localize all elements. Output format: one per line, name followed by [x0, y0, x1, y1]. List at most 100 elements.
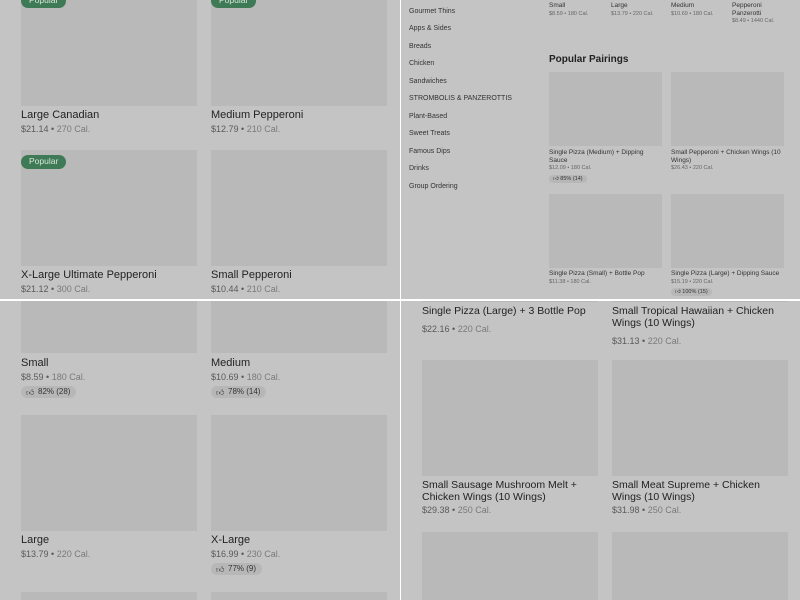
item-price-cal: $12.09 • 180 Cal. — [549, 165, 592, 171]
menu-card-small[interactable]: Small $8.59 • 180 Cal. 👍︎ 82% (28) — [21, 301, 197, 411]
category-plant-based[interactable]: Plant-Based — [409, 112, 447, 121]
category-sweet-treats[interactable]: Sweet Treats — [409, 129, 450, 138]
product-image[interactable] — [21, 415, 197, 531]
item-name: Single Pizza (Large) + 3 Bottle Pop — [422, 305, 586, 317]
category-drinks[interactable]: Drinks — [409, 164, 429, 173]
product-image[interactable] — [549, 72, 662, 146]
item-name: Small Sausage Mushroom Melt + Chicken Wi… — [422, 479, 577, 503]
menu-card-small-pepperoni[interactable]: Small Pepperoni $10.44 • 210 Cal. — [211, 150, 387, 299]
item-name[interactable]: Small — [549, 2, 565, 10]
pairing-card[interactable]: Single Pizza (Small) + Bottle Pop $11.38… — [549, 194, 662, 299]
item-price-cal: $26.43 • 220 Cal. — [671, 165, 714, 171]
item-name: Small Meat Supreme + Chicken Wings (10 W… — [612, 479, 760, 503]
item-name[interactable]: Pepperoni Panzerotti — [732, 2, 776, 17]
quadrant-bottom-left: Small $8.59 • 180 Cal. 👍︎ 82% (28) Medium… — [0, 301, 400, 600]
menu-card-medium[interactable]: Medium $10.69 • 180 Cal. 👍︎ 78% (14) — [211, 301, 387, 411]
thumbs-up-icon: 👍︎ — [216, 388, 225, 397]
pairing-card[interactable]: Single Pizza (Medium) + Dipping Sauce $1… — [549, 72, 662, 187]
product-image[interactable] — [612, 360, 788, 476]
popular-badge: Popular — [211, 0, 257, 8]
horizontal-divider — [0, 299, 800, 301]
category-group-ordering[interactable]: Group Ordering — [409, 182, 458, 191]
product-image[interactable] — [549, 194, 662, 268]
item-price-cal: $22.16 • 220 Cal. — [422, 324, 492, 334]
item-name[interactable]: Large — [611, 2, 628, 10]
item-price-cal: $8.59 • 180 Cal. — [549, 11, 589, 17]
thumbs-up-icon: 👍︎ — [675, 289, 681, 295]
item-name: Small — [21, 357, 49, 369]
item-price-cal: $31.13 • 220 Cal. — [612, 336, 682, 346]
category-strombolis[interactable]: STROMBOLIS & PANZEROTTIS — [409, 94, 512, 103]
product-image[interactable] — [21, 0, 197, 106]
pairing-card[interactable]: Single Pizza (Large) + Dipping Sauce $15… — [671, 194, 784, 299]
product-image[interactable] — [671, 72, 784, 146]
menu-card-large-canadian[interactable]: Popular Large Canadian $21.14 • 270 Cal. — [21, 0, 197, 140]
menu-card-xlarge[interactable]: X-Large $16.99 • 230 Cal. 👍︎ 77% (9) — [211, 415, 387, 585]
item-price-cal: $29.38 • 250 Cal. — [422, 505, 492, 515]
combo-card[interactable]: Small Meat Supreme + Chicken Wings (10 W… — [612, 360, 788, 530]
product-image[interactable] — [211, 150, 387, 266]
item-price-cal: $10.69 • 180 Cal. — [671, 11, 714, 17]
item-price-cal: $12.79 • 210 Cal. — [211, 124, 281, 134]
menu-card-xlarge-ultimate-pepperoni[interactable]: Popular X-Large Ultimate Pepperoni $21.1… — [21, 150, 197, 299]
product-image[interactable] — [422, 532, 598, 600]
item-price-cal: $11.38 • 180 Cal. — [549, 279, 591, 285]
product-image[interactable] — [612, 532, 788, 600]
item-name: X-Large Ultimate Pepperoni — [21, 269, 157, 281]
thumbs-up-icon: 👍︎ — [553, 176, 559, 182]
item-price-cal: $21.12 • 300 Cal. — [21, 284, 91, 294]
category-famous-dips[interactable]: Famous Dips — [409, 147, 450, 156]
product-image[interactable] — [422, 301, 598, 302]
item-name: Small Pepperoni — [211, 269, 292, 281]
item-name[interactable]: Medium — [671, 2, 694, 10]
item-price-cal: $21.14 • 270 Cal. — [21, 124, 91, 134]
product-image[interactable] — [211, 592, 387, 600]
product-image[interactable] — [211, 415, 387, 531]
category-gourmet-thins[interactable]: Gourmet Thins — [409, 7, 455, 16]
product-image[interactable] — [21, 301, 197, 353]
product-image[interactable] — [612, 301, 788, 302]
item-price-cal: $13.79 • 220 Cal. — [611, 11, 654, 17]
product-image[interactable] — [21, 592, 197, 600]
item-name: X-Large — [211, 534, 251, 546]
product-image[interactable] — [671, 194, 784, 268]
quadrant-bottom-right: Single Pizza (Large) + 3 Bottle Pop $22.… — [401, 301, 800, 600]
rating-badge: 👍︎ 100% (15) — [671, 288, 712, 296]
category-sandwiches[interactable]: Sandwiches — [409, 77, 447, 86]
item-name: Medium Pepperoni — [211, 109, 304, 121]
quadrant-top-right: Gourmet Thins Apps & Sides Breads Chicke… — [401, 0, 800, 299]
combo-card[interactable]: Single Pizza (Large) + 3 Bottle Pop $22.… — [422, 305, 598, 345]
item-price-cal: $8.59 • 180 Cal. — [21, 372, 86, 382]
popular-badge: Popular — [21, 155, 67, 169]
item-name: Small Pepperoni + Chicken Wings (10 Wing… — [671, 149, 781, 164]
item-name: Single Pizza (Small) + Bottle Pop — [549, 270, 645, 277]
thumbs-up-icon: 👍︎ — [26, 388, 35, 397]
rating-badge: 👍︎ 78% (14) — [211, 386, 267, 398]
rating-badge: 👍︎ 82% (28) — [21, 386, 77, 398]
item-price-cal: $10.69 • 180 Cal. — [211, 372, 281, 382]
combo-card[interactable]: Small Tropical Hawaiian + Chicken Wings … — [612, 305, 788, 351]
category-breads[interactable]: Breads — [409, 42, 431, 51]
quadrant-top-left: Popular Large Canadian $21.14 • 270 Cal.… — [0, 0, 400, 299]
menu-card-medium-pepperoni[interactable]: Popular Medium Pepperoni $12.79 • 210 Ca… — [211, 0, 387, 140]
product-image[interactable] — [422, 360, 598, 476]
item-price-cal: $10.44 • 210 Cal. — [211, 284, 281, 294]
item-price-cal: $13.79 • 220 Cal. — [21, 549, 91, 559]
rating-badge: 👍︎ 85% (14) — [549, 175, 587, 183]
item-price-cal: $31.98 • 250 Cal. — [612, 505, 682, 515]
product-image[interactable] — [211, 301, 387, 353]
thumbs-up-icon: 👍︎ — [216, 565, 225, 574]
item-name: Large Canadian — [21, 109, 100, 121]
item-name: Small Tropical Hawaiian + Chicken Wings … — [612, 305, 774, 329]
menu-card-large[interactable]: Large $13.79 • 220 Cal. — [21, 415, 197, 585]
item-name: Single Pizza (Large) + Dipping Sauce — [671, 270, 780, 277]
combo-card[interactable]: Small Sausage Mushroom Melt + Chicken Wi… — [422, 360, 598, 530]
item-price-cal: $15.19 • 220 Cal. — [671, 279, 714, 285]
category-chicken[interactable]: Chicken — [409, 59, 434, 68]
category-apps-sides[interactable]: Apps & Sides — [409, 24, 451, 33]
item-price-cal: $16.99 • 230 Cal. — [211, 549, 281, 559]
pairing-card[interactable]: Small Pepperoni + Chicken Wings (10 Wing… — [671, 72, 784, 187]
section-title-popular-pairings: Popular Pairings — [549, 54, 629, 65]
item-price-cal: $8.49 • 1440 Cal. — [732, 18, 775, 24]
product-image[interactable] — [211, 0, 387, 106]
